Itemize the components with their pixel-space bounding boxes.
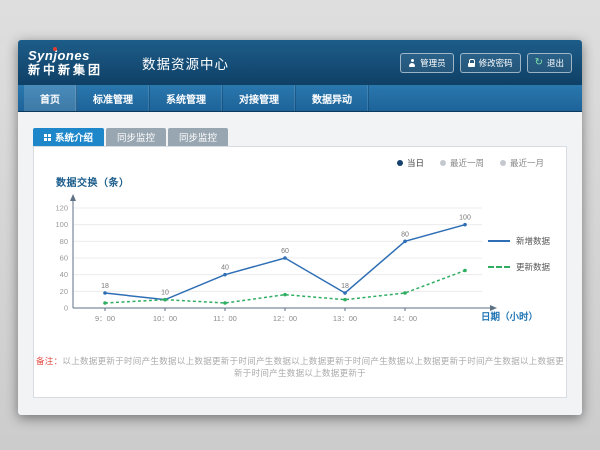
filter-last-month[interactable]: 最近一月 (500, 157, 544, 169)
last-week-legend-dot-icon (440, 160, 446, 166)
grid-icon (44, 134, 51, 141)
today-legend-dot-icon (397, 160, 403, 166)
header-actions: 管理员 修改密码 ↻ 退出 (400, 53, 572, 73)
logo-dot-icon (53, 47, 57, 51)
filter-today-label: 当日 (407, 157, 424, 169)
tab-system-intro[interactable]: 系统介绍 (33, 128, 104, 146)
admin-button-label: 管理员 (420, 57, 446, 69)
nav-item-standard-mgmt[interactable]: 标准管理 (77, 85, 150, 111)
svg-text:100: 100 (55, 220, 68, 229)
svg-text:60: 60 (60, 254, 68, 263)
logo: Synjones 新中新集团 (28, 49, 130, 77)
nav-item-system-mgmt[interactable]: 系统管理 (150, 85, 223, 111)
updated-data-line-icon (488, 266, 510, 268)
user-icon (408, 59, 416, 67)
main-nav: 首页 标准管理 系统管理 对接管理 数据异动 (18, 85, 582, 112)
svg-text:9：00: 9：00 (95, 314, 115, 323)
new-data-line-icon (488, 240, 510, 242)
logout-label: 退出 (547, 57, 564, 69)
svg-text:120: 120 (55, 204, 68, 213)
svg-text:100: 100 (459, 215, 471, 222)
svg-text:11：00: 11：00 (213, 314, 237, 323)
svg-text:20: 20 (60, 287, 68, 296)
logo-subtext: 新中新集团 (28, 63, 130, 77)
app-header: Synjones 新中新集团 数据资源中心 管理员 修改密码 ↻ 退出 (18, 40, 582, 85)
footnote: 备注：以上数据更新于时间产生数据以上数据更新于时间产生数据以上数据更新于时间产生… (34, 355, 566, 379)
series-legend: 新增数据 更新数据 (488, 235, 550, 273)
logout-icon: ↻ (535, 59, 543, 67)
time-filter-legend: 当日 最近一周 最近一月 (397, 157, 544, 169)
svg-text:10：00: 10：00 (153, 314, 177, 323)
filter-today[interactable]: 当日 (397, 157, 424, 169)
svg-text:40: 40 (221, 265, 229, 272)
tab-system-intro-label: 系统介绍 (55, 130, 93, 144)
chart-y-title: 数据交换（条） (56, 174, 130, 189)
svg-text:12：00: 12：00 (273, 314, 297, 323)
svg-text:40: 40 (60, 270, 68, 279)
svg-text:13：00: 13：00 (333, 314, 357, 323)
nav-item-connection-mgmt[interactable]: 对接管理 (223, 85, 296, 111)
legend-new-data: 新增数据 (488, 235, 550, 247)
svg-text:14：00: 14：00 (393, 314, 417, 323)
svg-text:0: 0 (64, 304, 68, 313)
logo-text: Synjones (28, 49, 130, 63)
filter-last-week[interactable]: 最近一周 (440, 157, 484, 169)
svg-text:80: 80 (60, 237, 68, 246)
footnote-text: 以上数据更新于时间产生数据以上数据更新于时间产生数据以上数据更新于时间产生数据以… (62, 356, 564, 378)
page-title: 数据资源中心 (142, 53, 229, 73)
filter-last-week-label: 最近一周 (450, 157, 484, 169)
svg-text:60: 60 (281, 248, 289, 255)
svg-text:18: 18 (341, 283, 349, 290)
admin-button[interactable]: 管理员 (400, 53, 454, 73)
lock-icon (468, 59, 475, 67)
tab-sync-monitor-2[interactable]: 同步监控 (168, 128, 228, 146)
nav-item-home[interactable]: 首页 (24, 85, 77, 111)
filter-last-month-label: 最近一月 (510, 157, 544, 169)
legend-updated-data: 更新数据 (488, 261, 550, 273)
legend-updated-data-label: 更新数据 (516, 261, 550, 273)
footnote-prefix: 备注： (36, 356, 62, 366)
last-month-legend-dot-icon (500, 160, 506, 166)
desktop-background: Synjones 新中新集团 数据资源中心 管理员 修改密码 ↻ 退出 (0, 0, 600, 450)
app-window: Synjones 新中新集团 数据资源中心 管理员 修改密码 ↻ 退出 (18, 40, 582, 415)
logout-button[interactable]: ↻ 退出 (527, 53, 572, 73)
tab-bar: 系统介绍 同步监控 同步监控 (33, 128, 567, 146)
change-password-button[interactable]: 修改密码 (460, 53, 521, 73)
svg-text:80: 80 (401, 231, 409, 238)
x-axis-label: 日期（小时） (481, 309, 538, 323)
tab-sync-monitor-1[interactable]: 同步监控 (106, 128, 166, 146)
content-area: 系统介绍 同步监控 同步监控 当日 最近一周 最近一月 数据交换（条） 0 20 4… (18, 112, 582, 398)
svg-text:10: 10 (161, 290, 169, 297)
nav-item-data-change[interactable]: 数据异动 (296, 85, 369, 111)
legend-new-data-label: 新增数据 (516, 235, 550, 247)
svg-text:18: 18 (101, 283, 109, 290)
change-password-label: 修改密码 (479, 57, 513, 69)
chart-panel: 当日 最近一周 最近一月 数据交换（条） 0 20 40 60 80 100 120 9：00… (33, 146, 567, 398)
